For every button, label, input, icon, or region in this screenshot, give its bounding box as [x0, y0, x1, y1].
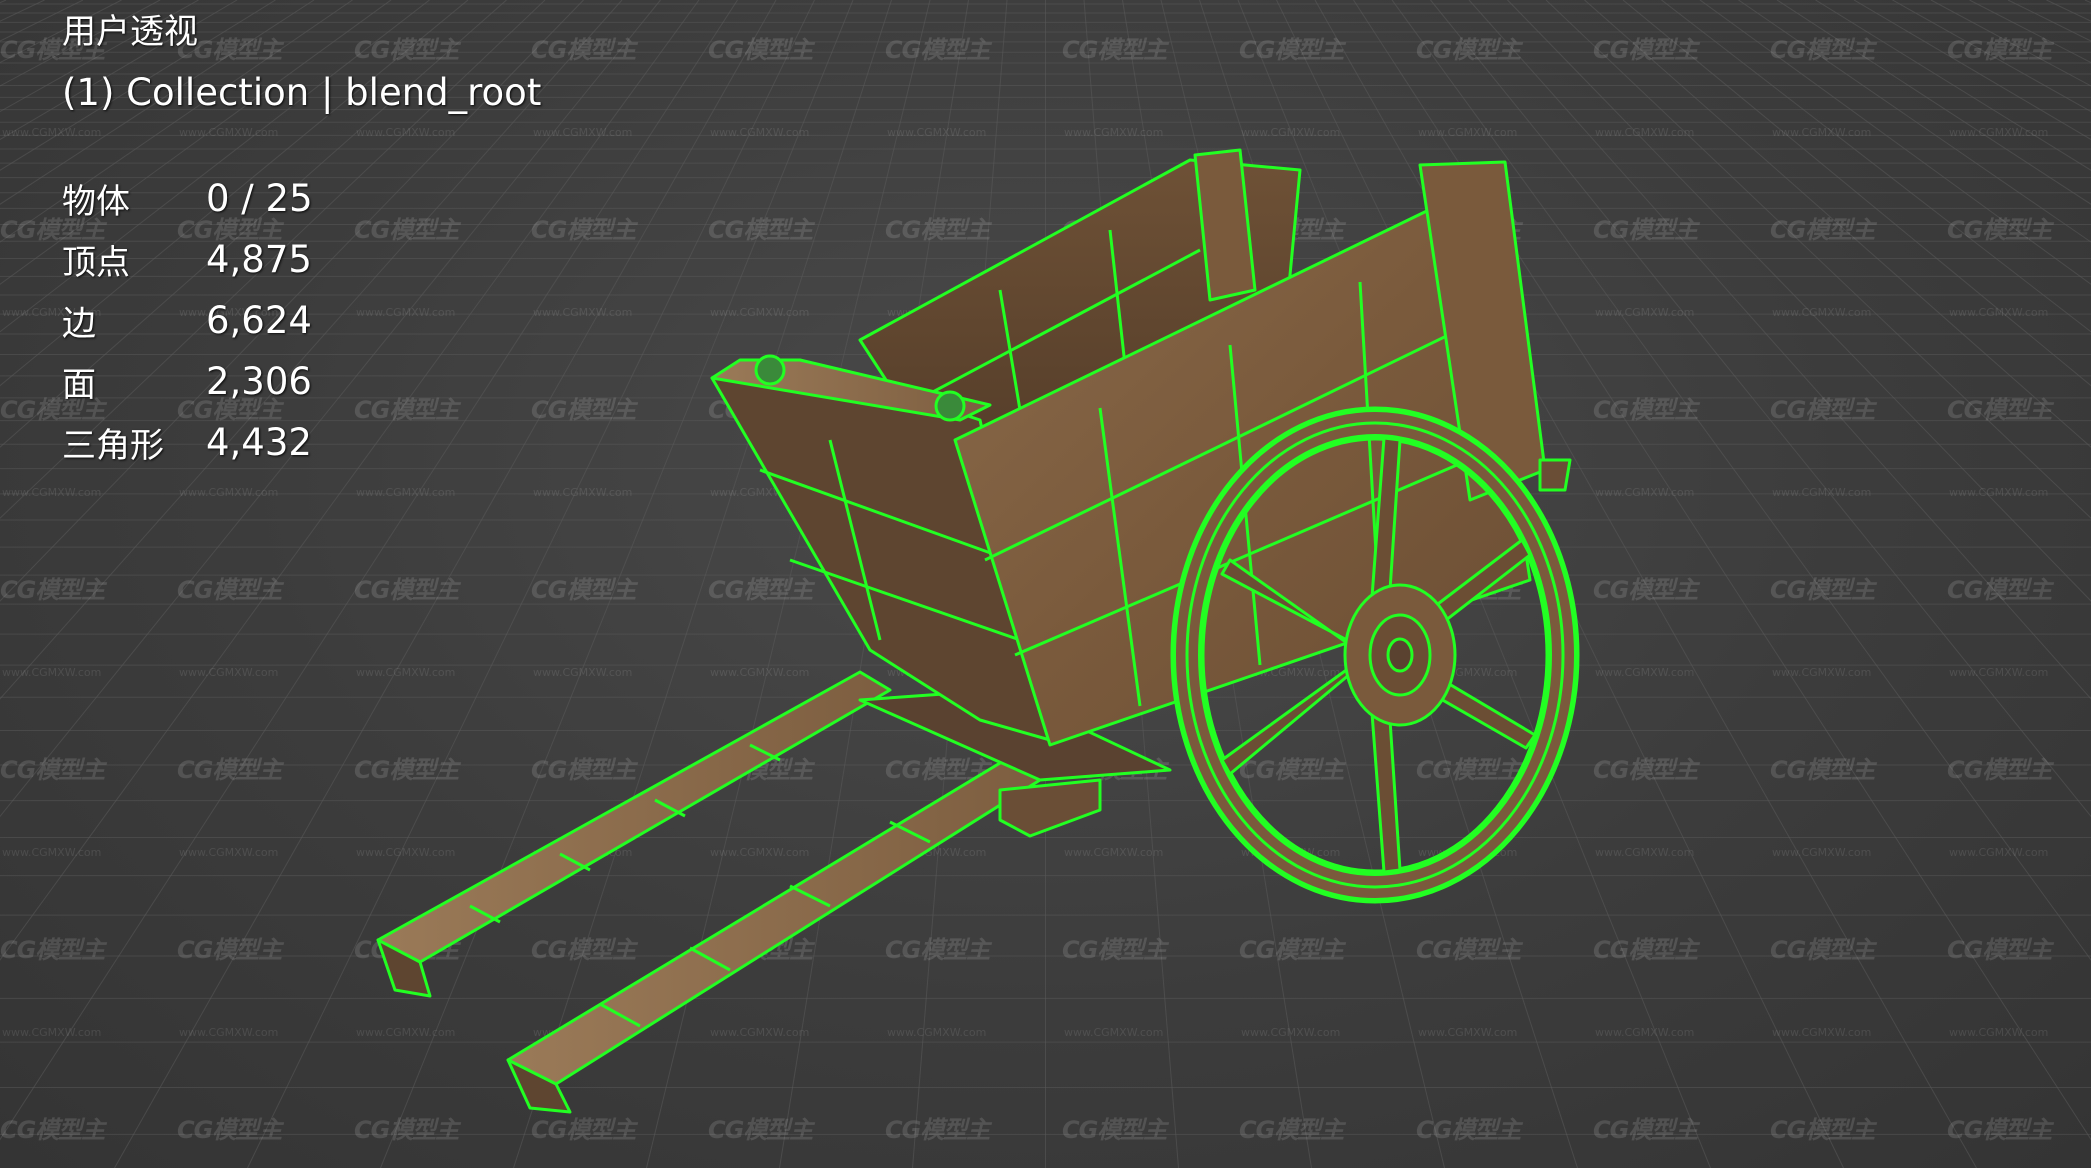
left-shaft	[376, 670, 892, 998]
3d-viewport[interactable]: CG模型主 www.CGMXW.com CG模型主 www.CGMXW.com CG模型…	[0, 0, 2091, 1168]
viewport-overlay: 用户透视 (1) Collection | blend_root 物体 0 / …	[62, 8, 541, 473]
stat-vertices: 顶点 4,875	[62, 229, 541, 290]
stat-value: 0 / 25	[206, 177, 313, 220]
cart-wireframe	[376, 148, 1580, 1114]
right-shaft	[506, 758, 1042, 1114]
stat-faces: 面 2,306	[62, 351, 541, 412]
stat-label: 顶点	[62, 243, 130, 283]
stat-value: 6,624	[206, 299, 312, 342]
stat-objects: 物体 0 / 25	[62, 168, 541, 229]
stat-edges: 边 6,624	[62, 290, 541, 351]
collection-label: (1) Collection | blend_root	[62, 71, 542, 114]
stat-triangles: 三角形 4,432	[62, 412, 541, 473]
stat-label: 三角形	[62, 426, 164, 466]
stat-value: 4,432	[206, 421, 312, 464]
stat-label: 边	[62, 304, 96, 344]
stat-value: 2,306	[206, 360, 312, 403]
stat-label: 面	[62, 365, 96, 405]
stat-label: 物体	[62, 182, 130, 222]
scene-statistics: 物体 0 / 25 顶点 4,875 边 6,624 面 2,306 三角形 4…	[62, 168, 541, 473]
view-title: 用户透视	[62, 12, 198, 52]
axle-block	[998, 778, 1102, 838]
stat-value: 4,875	[206, 238, 312, 281]
